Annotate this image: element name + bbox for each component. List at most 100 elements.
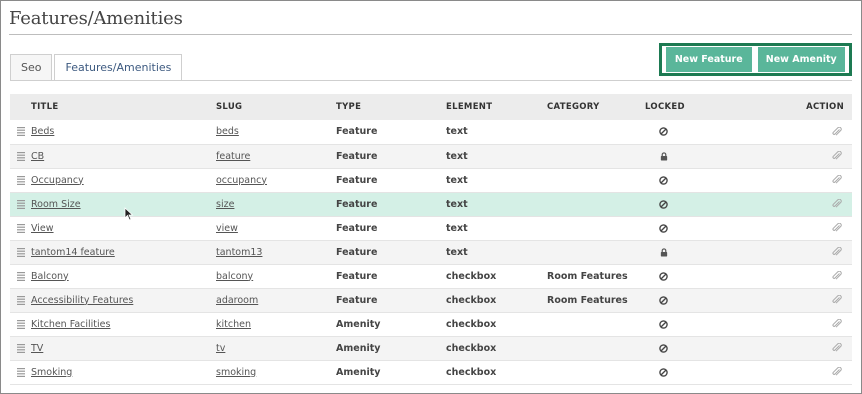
row-slug-link[interactable]: view [216,223,238,234]
row-title-link[interactable]: Smoking [31,367,72,378]
row-title-link[interactable]: Room Size [31,199,81,210]
table-row[interactable]: TV tv Amenity checkbox [10,336,852,360]
row-type: Feature [336,198,378,210]
row-type: Feature [336,174,378,186]
table-header-row: TITLE SLUG TYPE ELEMENT CATEGORY LOCKED … [10,94,852,120]
drag-handle-icon[interactable] [10,240,31,264]
attach-icon[interactable] [682,264,852,288]
row-title-link[interactable]: CB [31,151,44,162]
drag-handle-icon[interactable] [10,120,31,144]
row-category [547,216,645,240]
row-element: checkbox [446,270,497,282]
ban-icon [645,360,682,384]
attach-icon[interactable] [682,192,852,216]
row-slug-link[interactable]: kitchen [216,319,251,330]
row-type: Feature [336,126,378,138]
row-category [547,120,645,144]
row-slug-link[interactable]: occupancy [216,175,267,186]
row-slug-link[interactable]: balcony [216,271,253,282]
lock-icon [645,240,682,264]
new-feature-button[interactable]: New Feature [666,47,752,72]
attach-icon[interactable] [682,336,852,360]
column-header-slug[interactable]: SLUG [216,94,336,120]
attach-icon[interactable] [682,144,852,168]
row-title-link[interactable]: Accessibility Features [31,295,133,306]
drag-handle-icon[interactable] [10,360,31,384]
row-type: Feature [336,246,378,258]
table-row[interactable]: Beds beds Feature text [10,120,852,144]
table-row[interactable]: Room Size size Feature text [10,192,852,216]
table-row[interactable]: tantom14 feature tantom13 Feature text [10,240,852,264]
features-table-container: TITLE SLUG TYPE ELEMENT CATEGORY LOCKED … [10,94,852,385]
row-category [547,336,645,360]
row-element: text [446,222,468,234]
row-element: checkbox [446,366,497,378]
drag-handle-icon[interactable] [10,312,31,336]
row-category [547,312,645,336]
row-title-link[interactable]: Kitchen Facilities [31,319,110,330]
drag-handle-icon[interactable] [10,192,31,216]
row-type: Feature [336,222,378,234]
drag-handle-icon[interactable] [10,144,31,168]
drag-handle-icon[interactable] [10,336,31,360]
row-slug-link[interactable]: tv [216,343,225,354]
row-title-link[interactable]: View [31,223,54,234]
column-header-element[interactable]: ELEMENT [446,94,547,120]
row-title-link[interactable]: Beds [31,126,54,137]
row-category [547,168,645,192]
ban-icon [645,336,682,360]
table-body: Beds beds Feature text CB feature Feature text O… [10,120,852,384]
ban-icon [645,312,682,336]
column-header-category[interactable]: CATEGORY [547,94,645,120]
page-title: Features/Amenities [9,8,183,29]
row-title-link[interactable]: Balcony [31,271,69,282]
attach-icon[interactable] [682,360,852,384]
table-row[interactable]: CB feature Feature text [10,144,852,168]
row-element: checkbox [446,294,497,306]
column-header-type[interactable]: TYPE [336,94,446,120]
attach-icon[interactable] [682,288,852,312]
table-row[interactable]: Balcony balcony Feature checkbox Room Featur… [10,264,852,288]
attach-icon[interactable] [682,240,852,264]
table-row[interactable]: Accessibility Features adaroom Feature chec… [10,288,852,312]
new-amenity-button[interactable]: New Amenity [757,47,845,72]
drag-handle-icon[interactable] [10,216,31,240]
table-row[interactable]: Kitchen Facilities kitchen Amenity checkbox [10,312,852,336]
row-category [547,144,645,168]
row-title-link[interactable]: tantom14 feature [31,247,115,258]
row-slug-link[interactable]: beds [216,126,239,137]
column-header-action: ACTION [806,102,844,112]
ban-icon [645,216,682,240]
table-row[interactable]: View view Feature text [10,216,852,240]
row-slug-link[interactable]: size [216,199,234,210]
drag-handle-icon[interactable] [10,168,31,192]
attach-icon[interactable] [682,168,852,192]
attach-icon[interactable] [682,216,852,240]
column-header-title[interactable]: TITLE [31,94,216,120]
row-type: Amenity [336,366,381,378]
row-slug-link[interactable]: tantom13 [216,247,262,258]
row-title-link[interactable]: TV [31,343,43,354]
row-category: Room Features [547,294,628,306]
ban-icon [645,168,682,192]
drag-handle-icon[interactable] [10,264,31,288]
row-element: checkbox [446,318,497,330]
attach-icon[interactable] [682,120,852,144]
row-slug-link[interactable]: adaroom [216,295,258,306]
row-slug-link[interactable]: feature [216,151,250,162]
drag-handle-icon[interactable] [10,288,31,312]
row-title-link[interactable]: Occupancy [31,175,84,186]
row-slug-link[interactable]: smoking [216,367,256,378]
tab-seo[interactable]: Seo [10,54,53,80]
table-row[interactable]: Smoking smoking Amenity checkbox [10,360,852,384]
attach-icon[interactable] [682,312,852,336]
column-header-locked[interactable]: LOCKED [645,94,685,120]
tab-features-amenities[interactable]: Features/Amenities [54,54,183,81]
table-row[interactable]: Occupancy occupancy Feature text [10,168,852,192]
row-category [547,360,645,384]
row-category: Room Features [547,270,628,282]
app-frame: Features/Amenities Seo Features/Amenitie… [0,0,862,394]
row-type: Amenity [336,318,381,330]
ban-icon [645,120,682,144]
row-category [547,240,645,264]
